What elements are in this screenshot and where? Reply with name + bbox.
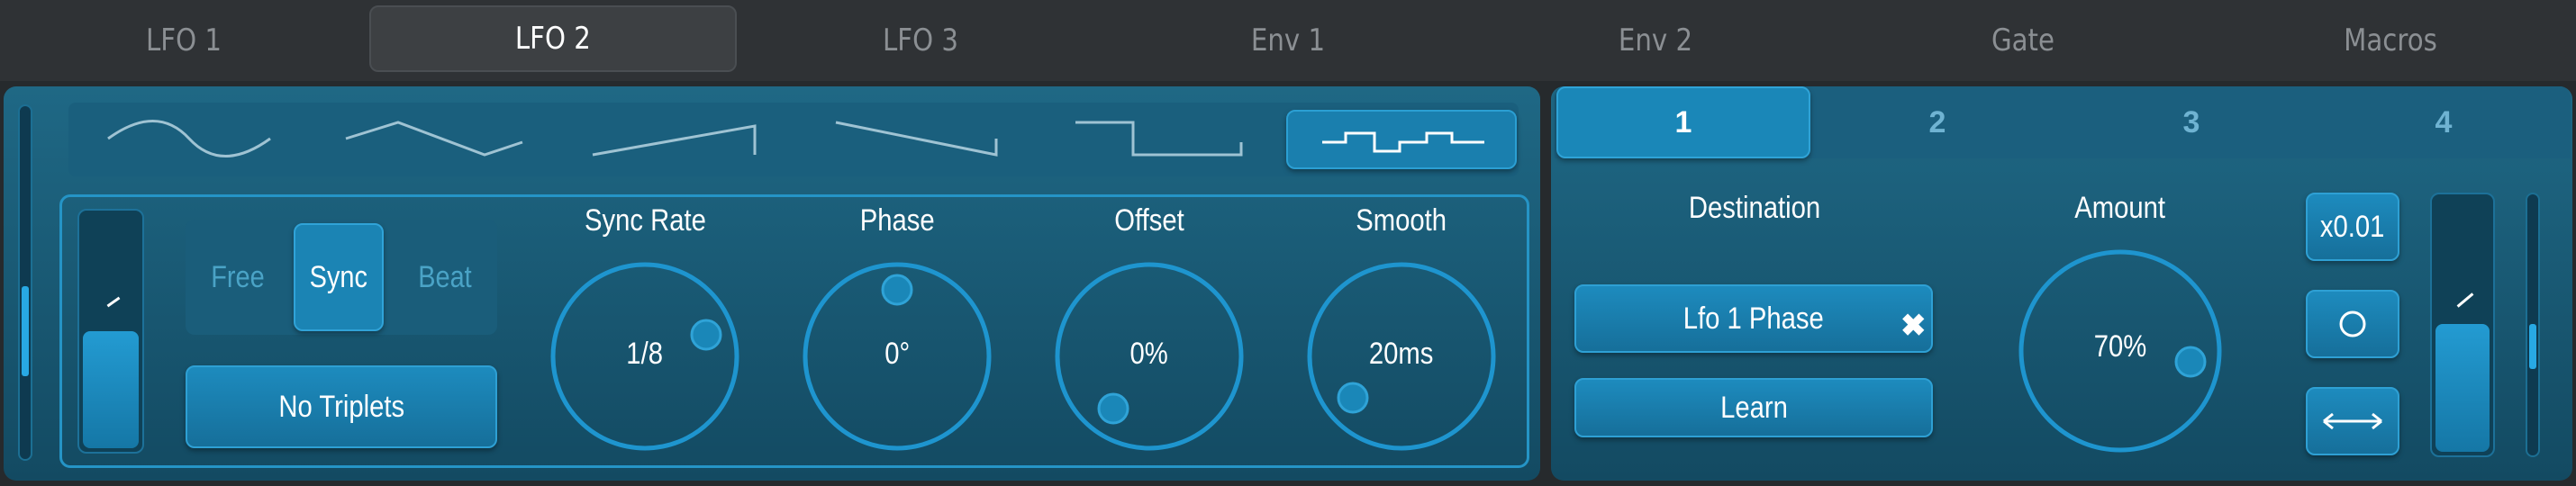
smooth-label: Smooth xyxy=(1356,203,1447,238)
mod-level-meter-fill xyxy=(2529,324,2536,369)
offset-label: Offset xyxy=(1114,203,1184,238)
tab-gate[interactable]: Gate xyxy=(1865,0,2181,81)
destination-selector[interactable]: Lfo 1 Phase xyxy=(1574,284,1933,353)
mode-free-button[interactable]: Free xyxy=(193,220,283,335)
learn-label: Learn xyxy=(1719,390,1788,425)
waveform-selector xyxy=(68,103,1519,176)
square-wave-button[interactable] xyxy=(1034,103,1275,176)
direction-toggle-button[interactable] xyxy=(2306,387,2399,455)
sync-mode-selector: Free Sync Beat xyxy=(186,220,497,335)
tab-lfo-2[interactable]: LFO 2 xyxy=(369,5,737,72)
mod-slot-tab-3[interactable]: 3 xyxy=(2064,86,2318,158)
destination-label: Destination xyxy=(1688,191,1821,225)
tab-lfo-1[interactable]: LFO 1 xyxy=(26,0,342,81)
mod-level-meter[interactable] xyxy=(2526,193,2540,457)
lfo-level-meter[interactable] xyxy=(18,104,32,461)
square-wave-icon xyxy=(1075,121,1243,157)
mode-beat-label: Beat xyxy=(418,259,472,294)
sync-rate-value: 1/8 xyxy=(626,337,664,371)
sync-rate-label: Sync Rate xyxy=(584,203,706,238)
mode-sync-button[interactable]: Sync xyxy=(294,223,384,331)
tab-lfo-2-label: LFO 2 xyxy=(514,21,592,57)
mod-slot-tab-4[interactable]: 4 xyxy=(2317,86,2571,158)
triangle-wave-button[interactable] xyxy=(310,103,551,176)
amount-label: Amount xyxy=(2074,191,2166,225)
learn-button[interactable]: Learn xyxy=(1574,378,1933,437)
destination-value: Lfo 1 Phase xyxy=(1683,301,1825,336)
phase-value: 0° xyxy=(884,337,910,371)
bipolar-toggle-button[interactable] xyxy=(2306,290,2399,358)
mod-depth-slider[interactable] xyxy=(2430,193,2495,457)
lfo-level-meter-fill xyxy=(22,286,29,376)
multiplier-button[interactable]: x0.01 xyxy=(2306,193,2399,261)
slider-position-marker xyxy=(106,296,121,308)
mode-sync-label: Sync xyxy=(309,259,368,294)
mod-slot-tabs: 1 2 3 4 xyxy=(1555,86,2571,158)
mode-beat-button[interactable]: Beat xyxy=(400,220,490,335)
phase-label: Phase xyxy=(859,203,935,238)
smooth-value: 20ms xyxy=(1369,337,1434,371)
offset-value: 0% xyxy=(1129,337,1169,371)
ramp-up-wave-icon xyxy=(592,124,757,157)
triplets-button[interactable]: No Triplets xyxy=(186,365,497,448)
circle-icon xyxy=(2339,310,2366,338)
step-wave-button[interactable] xyxy=(1286,110,1517,169)
slider-handle[interactable] xyxy=(83,331,139,448)
step-wave-icon xyxy=(1322,131,1484,153)
triangle-wave-icon xyxy=(345,121,523,157)
clear-destination-icon[interactable]: ✖ xyxy=(1900,308,1927,344)
ramp-up-wave-button[interactable] xyxy=(551,103,793,176)
tab-env-2[interactable]: Env 2 xyxy=(1498,0,1814,81)
multiplier-label: x0.01 xyxy=(2320,209,2385,244)
mod-slot-tab-1[interactable]: 1 xyxy=(1556,86,1810,158)
mod-slot-tab-2[interactable]: 2 xyxy=(1810,86,2064,158)
ramp-down-wave-icon xyxy=(835,121,998,157)
amount-value: 70% xyxy=(2093,329,2147,364)
tab-lfo-3[interactable]: LFO 3 xyxy=(763,0,1079,81)
lfo-tab-bar: LFO 1 LFO 2 LFO 3 Env 1 Env 2 Gate Macro… xyxy=(0,0,2576,81)
tab-env-1[interactable]: Env 1 xyxy=(1130,0,1447,81)
slider-handle[interactable] xyxy=(2435,324,2490,452)
double-arrow-icon xyxy=(2323,412,2382,430)
sine-wave-icon xyxy=(107,120,271,158)
sine-wave-button[interactable] xyxy=(68,103,310,176)
ramp-down-wave-button[interactable] xyxy=(793,103,1034,176)
lfo-stereo-slider[interactable] xyxy=(77,209,144,454)
slider-position-marker xyxy=(2456,292,2474,308)
tab-macros[interactable]: Macros xyxy=(2233,0,2549,81)
mode-free-label: Free xyxy=(211,259,265,294)
triplets-label: No Triplets xyxy=(278,389,404,424)
